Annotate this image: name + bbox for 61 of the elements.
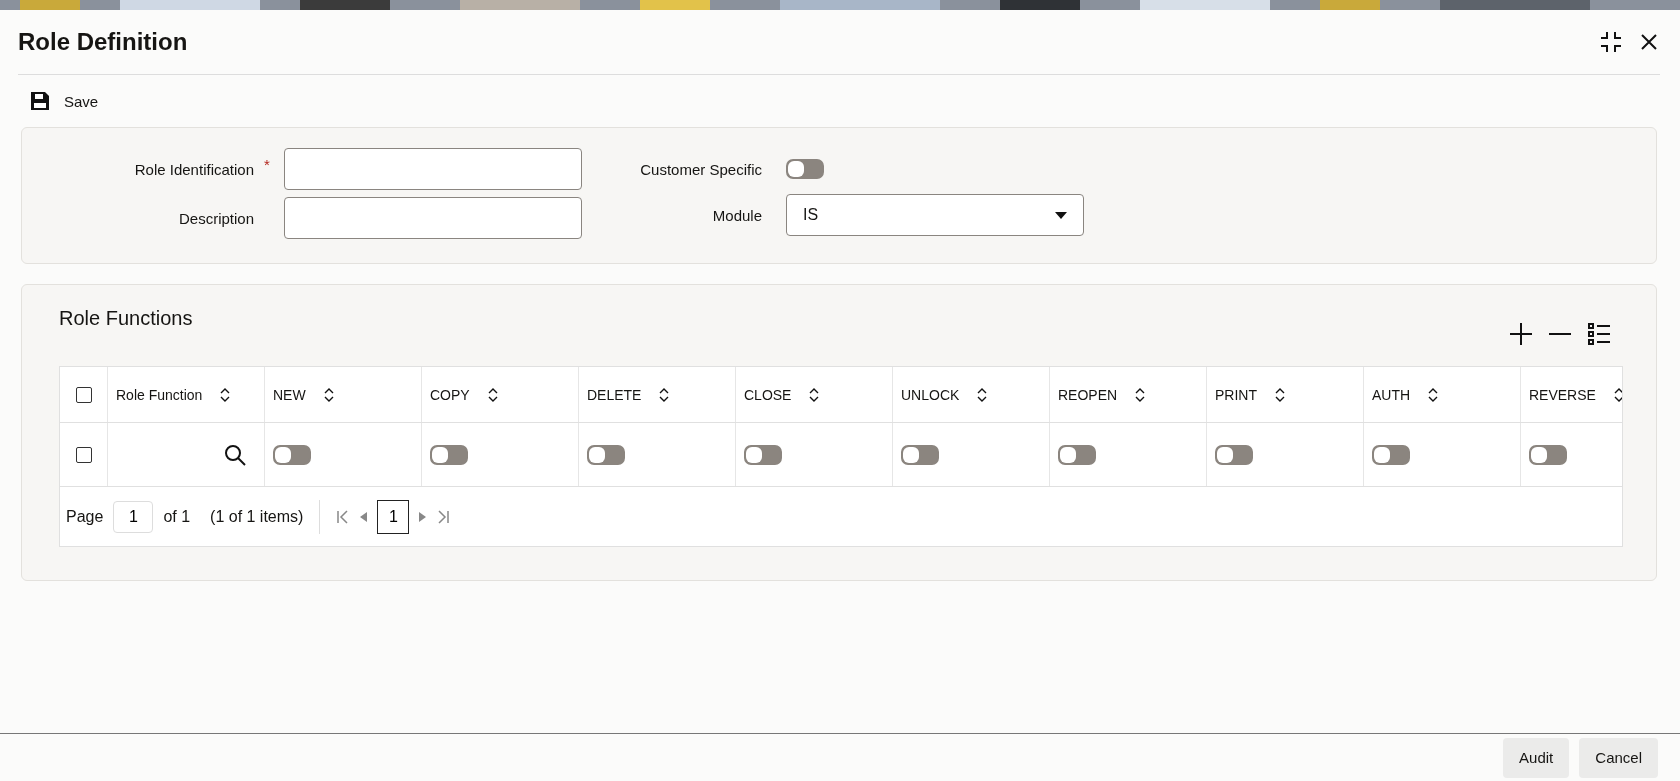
footer-button[interactable]: Cancel [1579,737,1658,778]
toggle-switch[interactable] [1058,444,1096,465]
input-field[interactable] [284,148,582,190]
page-count: of 1 [163,507,191,526]
next-page-icon[interactable] [419,511,427,522]
previous-page-icon[interactable] [360,511,368,522]
module-dropdown[interactable]: IS [786,194,1084,236]
sort-icon[interactable] [1428,387,1439,402]
toggle-switch[interactable] [430,444,468,465]
sort-icon[interactable] [487,387,498,402]
column-header[interactable]: REOPEN [1058,386,1118,403]
toggle-switch[interactable] [744,444,782,465]
section-title: Role Functions [59,307,193,330]
sort-icon[interactable] [809,387,820,402]
search-icon[interactable] [224,443,246,466]
close-icon[interactable] [1640,33,1658,51]
sort-icon[interactable] [1135,387,1146,402]
first-page-icon[interactable] [336,509,351,524]
checkbox[interactable] [75,386,92,403]
field-label: Customer Specific [639,160,762,178]
field-label: Description [177,209,254,227]
toggle-switch[interactable] [587,444,625,465]
column-header[interactable]: COPY [430,386,470,403]
field-label: Role Identification [133,160,254,178]
list-icon[interactable] [1588,323,1610,345]
toggle-switch[interactable] [786,159,824,179]
column-header[interactable]: PRINT [1215,386,1257,403]
page-button[interactable]: 1 [377,499,410,534]
required-mark: * [263,156,271,173]
column-header[interactable]: UNLOCK [901,386,960,403]
sort-icon[interactable] [1275,387,1285,402]
window-title: Role Definition [18,28,188,56]
sort-icon[interactable] [1613,387,1622,402]
toggle-switch[interactable] [1372,444,1410,465]
field-label: Module [711,206,762,224]
last-page-icon[interactable] [436,509,451,524]
footer-button[interactable]: Audit [1503,737,1570,778]
save-icon [30,91,50,111]
column-header[interactable]: CLOSE [744,386,792,403]
column-header[interactable]: Role Function [116,386,203,403]
input-field[interactable] [284,197,582,239]
sort-icon[interactable] [220,387,231,402]
sort-icon[interactable] [977,387,988,402]
column-header[interactable]: DELETE [587,386,642,403]
collapse-icon[interactable] [1600,31,1622,53]
page-input[interactable]: 1 [113,500,154,533]
toggle-switch[interactable] [1215,444,1253,465]
sort-icon[interactable] [659,387,670,402]
page-label: Page [66,507,104,526]
toggle-switch[interactable] [1529,444,1567,465]
caret-icon [1055,211,1067,219]
sort-icon[interactable] [323,387,334,402]
item-count: (1 of 1 items) [210,507,304,526]
checkbox[interactable] [75,446,92,463]
column-header[interactable]: NEW [273,386,306,403]
toggle-switch[interactable] [273,444,311,465]
toggle-switch[interactable] [901,444,939,465]
column-header[interactable]: AUTH [1372,386,1411,403]
save-button[interactable]: Save [30,91,99,111]
add-icon[interactable] [1510,323,1532,345]
column-header[interactable]: REVERSE [1529,386,1596,403]
